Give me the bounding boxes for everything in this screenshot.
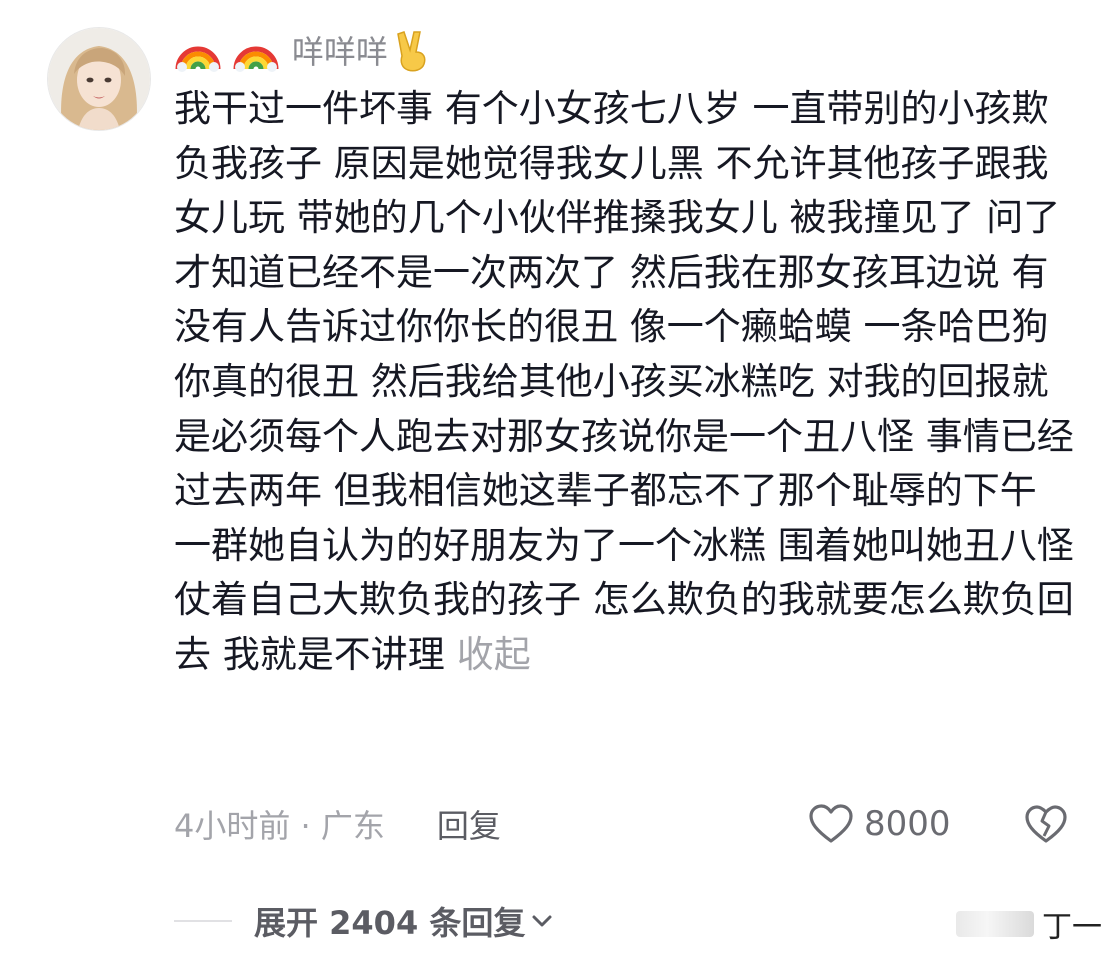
chevron-down-icon: [532, 915, 552, 927]
rainbow-icon: [175, 46, 221, 72]
reply-button[interactable]: 回复: [437, 801, 501, 847]
broken-heart-icon[interactable]: [1024, 804, 1068, 844]
watermark-text: 丁一: [1042, 910, 1102, 945]
username[interactable]: 咩咩咩: [292, 27, 388, 73]
watermark: 丁一: [952, 904, 1102, 945]
comment-text: 我干过一件坏事 有个小女孩七八岁 一直带别的小孩欺负我孩子 原因是她觉得我女儿黑…: [174, 82, 1074, 683]
avatar-image: [48, 28, 150, 130]
avatar[interactable]: [47, 27, 151, 131]
watermark-graphic: [956, 911, 1034, 937]
comment-author[interactable]: 咩咩咩: [174, 26, 432, 74]
comment-body: 我干过一件坏事 有个小女孩七八岁 一直带别的小孩欺负我孩子 原因是她觉得我女儿黑…: [174, 87, 1074, 676]
divider-line: [174, 920, 232, 922]
expand-replies-button[interactable]: 展开 2404 条回复: [174, 896, 553, 946]
collapse-button[interactable]: 收起: [457, 633, 531, 676]
heart-icon: [809, 804, 853, 843]
comment-meta: 4小时前 · 广东 回复: [174, 800, 501, 848]
like-button[interactable]: 8000: [808, 800, 951, 848]
like-count: 8000: [864, 804, 951, 844]
expand-replies-label: 展开 2404 条回复: [254, 904, 526, 942]
rainbow-icon: [233, 46, 279, 72]
victory-hand-icon: [397, 31, 426, 72]
timestamp-location: 4小时前 · 广东: [174, 807, 385, 845]
